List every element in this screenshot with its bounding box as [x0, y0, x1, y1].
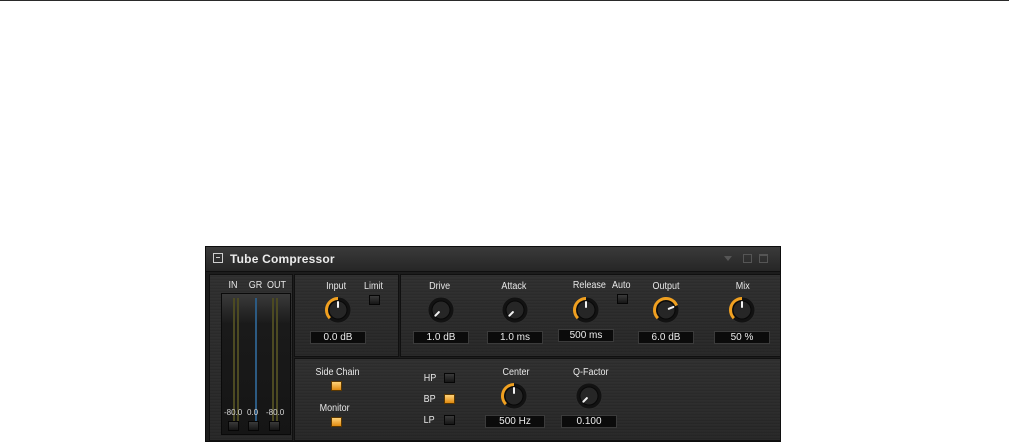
output-label: Output	[652, 281, 680, 292]
filter-lp-label: LP	[423, 415, 435, 426]
meter-panel: IN GR OUT -80.0 0.0 -80.0	[209, 274, 293, 441]
collapse-icon[interactable]	[213, 253, 223, 263]
meter-reset-out-button[interactable]	[269, 421, 280, 431]
side-chain-toggle[interactable]	[331, 381, 342, 391]
release-knob[interactable]	[571, 295, 601, 325]
save-preset-icon[interactable]	[743, 254, 752, 263]
sidechain-panel: Side Chain Monitor HP BP LP Center 500 H…	[294, 358, 781, 441]
meter-reset-in-button[interactable]	[228, 421, 239, 431]
input-value[interactable]: 0.0 dB	[310, 331, 366, 344]
q-factor-knob[interactable]	[574, 381, 604, 411]
q-factor-label: Q-Factor	[572, 367, 609, 378]
monitor-label: Monitor	[319, 403, 350, 414]
monitor-toggle[interactable]	[331, 417, 342, 427]
meter-out-right	[276, 298, 278, 426]
meter-in-left	[233, 298, 235, 426]
output-value[interactable]: 6.0 dB	[638, 331, 694, 344]
side-chain-label: Side Chain	[315, 367, 360, 378]
limit-label: Limit	[364, 281, 384, 292]
attack-value[interactable]: 1.0 ms	[487, 331, 543, 344]
preset-menu-arrow-icon[interactable]	[724, 256, 732, 261]
attack-label: Attack	[501, 281, 527, 292]
meter-label-gr: GR	[248, 280, 263, 291]
tube-compressor-plugin: Tube Compressor IN GR OUT -80.0 0.0 -80.…	[205, 246, 781, 442]
release-value[interactable]: 500 ms	[558, 329, 614, 342]
meter-gain-reduction	[255, 298, 257, 426]
meter-value-in: -80.0	[224, 408, 243, 417]
plugin-titlebar: Tube Compressor	[206, 247, 780, 272]
filter-hp-label: HP	[423, 373, 437, 384]
meter-label-out: OUT	[267, 280, 287, 291]
center-value[interactable]: 500 Hz	[485, 415, 545, 428]
meter-reset-gr-button[interactable]	[248, 421, 259, 431]
input-panel: Input Limit 0.0 dB	[294, 274, 399, 357]
drive-knob[interactable]	[426, 295, 456, 325]
center-knob[interactable]	[499, 381, 529, 411]
compressor-panel: Drive 1.0 dB Attack 1.0 ms Release Auto …	[400, 274, 781, 357]
input-knob[interactable]	[323, 295, 353, 325]
meter-value-gr: 0.0	[247, 408, 259, 417]
meter-out-left	[272, 298, 274, 426]
limit-toggle[interactable]	[369, 295, 380, 305]
drive-value[interactable]: 1.0 dB	[413, 331, 469, 344]
release-label: Release	[572, 280, 606, 291]
auto-release-toggle[interactable]	[617, 294, 628, 304]
output-knob[interactable]	[651, 295, 681, 325]
filter-bp-label: BP	[423, 394, 436, 405]
filter-lp-toggle[interactable]	[444, 415, 455, 425]
attack-knob[interactable]	[500, 295, 530, 325]
filter-bp-toggle[interactable]	[444, 394, 455, 404]
meter-value-out: -80.0	[266, 408, 285, 417]
input-label: Input	[326, 281, 347, 292]
meter-label-in: IN	[228, 280, 238, 291]
mix-label: Mix	[735, 281, 750, 292]
q-factor-value[interactable]: 0.100	[561, 415, 617, 428]
meter-in-right	[237, 298, 239, 426]
filter-hp-toggle[interactable]	[444, 373, 455, 383]
top-divider	[0, 0, 1009, 1]
plugin-title: Tube Compressor	[230, 252, 335, 266]
delete-preset-icon[interactable]	[759, 254, 768, 263]
mix-value[interactable]: 50 %	[714, 331, 770, 344]
mix-knob[interactable]	[727, 295, 757, 325]
auto-label: Auto	[612, 280, 631, 291]
drive-label: Drive	[429, 281, 451, 292]
center-label: Center	[502, 367, 530, 378]
